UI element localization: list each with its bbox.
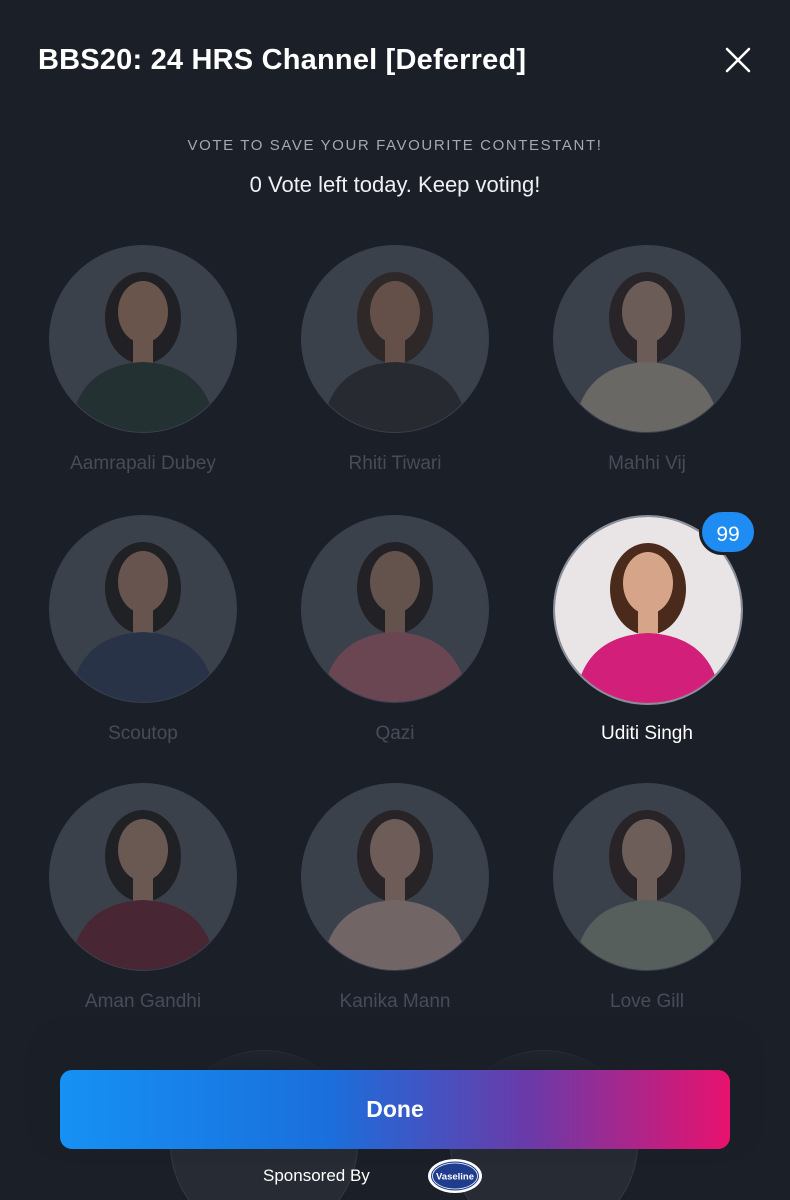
- contestant-avatar-wrap[interactable]: [49, 515, 237, 703]
- votes-remaining: 0 Vote left today. Keep voting!: [249, 172, 541, 197]
- contestant-name: Uditi Singh: [601, 723, 693, 744]
- modal-header: BBS20: 24 HRS Channel [Deferred]: [38, 40, 752, 84]
- contestant-name: Qazi: [375, 723, 415, 744]
- sponsor-label: Sponsored By: [263, 1166, 370, 1185]
- contestant-avatar[interactable]: [49, 245, 237, 433]
- contestant-avatar[interactable]: [49, 783, 237, 971]
- sponsor-bar: Sponsored By Vaseline: [0, 1156, 790, 1196]
- contestant-card[interactable]: Kanika Mann: [280, 783, 510, 1013]
- contestant-avatar[interactable]: [49, 515, 237, 703]
- contestant-photo: [50, 784, 236, 970]
- contestant-avatar[interactable]: [301, 783, 489, 971]
- contestant-avatar[interactable]: [553, 783, 741, 971]
- vote-count-badge: 99: [699, 509, 757, 555]
- contestant-avatar-wrap[interactable]: [49, 245, 237, 433]
- contestant-avatar-wrap[interactable]: [301, 783, 489, 971]
- contestant-card[interactable]: Aamrapali Dubey: [28, 245, 258, 475]
- vaseline-logo-text: Vaseline: [436, 1172, 474, 1183]
- contestant-avatar-wrap[interactable]: [553, 783, 741, 971]
- contestant-name: Rhiti Tiwari: [348, 453, 442, 474]
- modal-title: BBS20: 24 HRS Channel [Deferred]: [38, 44, 527, 76]
- contestant-name: Love Gill: [610, 991, 684, 1012]
- contestant-avatar-wrap[interactable]: [553, 245, 741, 433]
- close-button[interactable]: [724, 46, 752, 74]
- contestant-avatar-wrap[interactable]: [49, 783, 237, 971]
- done-button[interactable]: Done: [60, 1070, 730, 1149]
- contestant-photo: [302, 246, 488, 432]
- contestant-avatar-wrap[interactable]: [301, 245, 489, 433]
- contestant-name: Kanika Mann: [339, 991, 451, 1012]
- vote-modal: BBS20: 24 HRS Channel [Deferred] VOTE TO…: [0, 0, 790, 1200]
- contestant-name: Mahhi Vij: [608, 453, 686, 474]
- contestant-avatar[interactable]: [301, 515, 489, 703]
- contestant-name: Aman Gandhi: [84, 991, 202, 1012]
- contestant-card[interactable]: Love Gill: [532, 783, 762, 1013]
- contestant-photo: [554, 784, 740, 970]
- contestant-card[interactable]: Scoutop: [28, 515, 258, 745]
- close-icon: [725, 47, 751, 73]
- contestant-card[interactable]: Qazi: [280, 515, 510, 745]
- contestant-name: Scoutop: [108, 723, 178, 744]
- contestant-avatar[interactable]: [301, 245, 489, 433]
- vaseline-logo: Vaseline: [428, 1159, 482, 1193]
- contestant-avatar-wrap[interactable]: 99: [553, 509, 757, 705]
- contestant-card[interactable]: Aman Gandhi: [28, 783, 258, 1013]
- contestant-photo: [302, 784, 488, 970]
- contestant-card[interactable]: Rhiti Tiwari: [280, 245, 510, 475]
- contestant-name: Aamrapali Dubey: [70, 453, 216, 474]
- contestant-avatar[interactable]: [553, 245, 741, 433]
- contestant-card[interactable]: 99 Uditi Singh: [532, 509, 762, 745]
- contestant-photo: [50, 246, 236, 432]
- contestant-photo: [554, 246, 740, 432]
- vote-instruction: VOTE TO SAVE YOUR FAVOURITE CONTESTANT!: [187, 137, 603, 154]
- contestant-avatar-wrap[interactable]: [301, 515, 489, 703]
- contestant-photo: [302, 516, 488, 702]
- contestant-card[interactable]: Mahhi Vij: [532, 245, 762, 475]
- contestant-photo: [50, 516, 236, 702]
